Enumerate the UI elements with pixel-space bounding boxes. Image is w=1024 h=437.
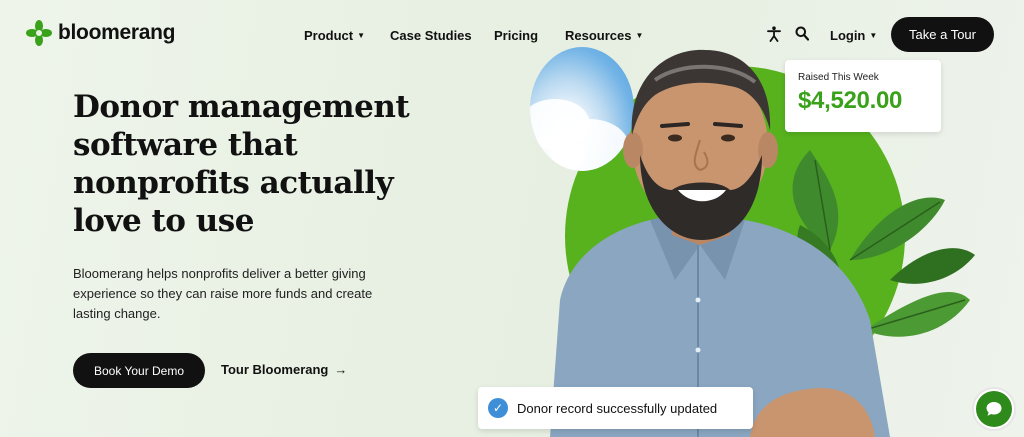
- brand-logo[interactable]: bloomerang: [26, 20, 175, 46]
- flower-logo-icon: [26, 20, 52, 46]
- nav-product-label: Product: [304, 28, 354, 43]
- chevron-down-icon: ▼: [869, 31, 878, 40]
- chat-icon: [976, 391, 1012, 427]
- chevron-down-icon: ▼: [635, 31, 644, 40]
- tour-bloomerang-label: Tour Bloomerang: [221, 362, 329, 377]
- nav-pricing-label: Pricing: [494, 28, 539, 43]
- brand-name: bloomerang: [58, 21, 176, 44]
- toast-message: Donor record successfully updated: [517, 400, 718, 416]
- nav-case-studies-label: Case Studies: [390, 28, 472, 43]
- nav-case-studies[interactable]: Case Studies: [390, 28, 472, 43]
- page: bloomerang Product ▼ Case Studies Pricin…: [0, 0, 1024, 437]
- success-toast: ✓ Donor record successfully updated: [478, 387, 753, 429]
- stat-value: $4,520.00: [798, 87, 903, 114]
- tour-bloomerang-link[interactable]: Tour Bloomerang →: [221, 362, 347, 377]
- check-circle-icon: ✓: [488, 398, 508, 418]
- chevron-down-icon: ▼: [357, 31, 366, 40]
- raised-this-week-card: Raised This Week $4,520.00: [785, 60, 941, 132]
- hero-title: Donor management software that nonprofit…: [73, 89, 410, 239]
- stat-label: Raised This Week: [798, 72, 879, 83]
- nav-pricing[interactable]: Pricing: [494, 28, 538, 43]
- arrow-right-icon: →: [334, 362, 348, 377]
- nav-product[interactable]: Product ▼: [304, 28, 365, 43]
- book-demo-button[interactable]: Book Your Demo: [73, 353, 205, 388]
- hero-subtitle: Bloomerang helps nonprofits deliver a be…: [73, 266, 373, 321]
- take-a-tour-button[interactable]: Take a Tour: [891, 17, 994, 52]
- chat-button[interactable]: [972, 387, 1016, 431]
